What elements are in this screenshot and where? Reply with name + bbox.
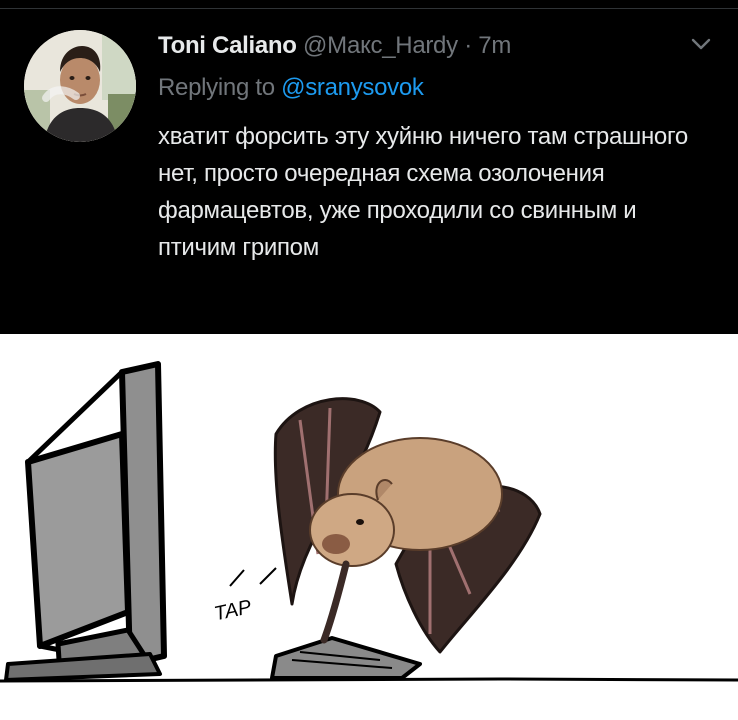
motion-lines xyxy=(229,567,277,587)
bat-at-computer-comic: TAP xyxy=(0,361,738,683)
sound-effect-text: TAP xyxy=(212,596,254,625)
reply-prefix: Replying to xyxy=(158,74,275,101)
tweet-timestamp[interactable]: 7m xyxy=(478,32,511,59)
chevron-down-icon[interactable] xyxy=(690,36,712,52)
top-divider xyxy=(0,8,738,9)
user-avatar[interactable] xyxy=(24,30,136,142)
bat-illustration xyxy=(273,397,542,654)
tweet-header: Toni Caliano @Макс_Hardy · 7m xyxy=(158,31,511,61)
reply-context: Replying to @sranysovok xyxy=(158,73,424,103)
display-name[interactable]: Toni Caliano xyxy=(158,32,297,59)
separator-dot: · xyxy=(464,32,472,59)
attached-image[interactable]: TAP xyxy=(0,334,738,720)
monitor-illustration xyxy=(4,361,167,682)
tweet-text: хватит форсить эту хуйню ничего там стра… xyxy=(158,123,688,261)
user-handle[interactable]: @Макс_Hardy xyxy=(303,32,458,59)
reply-handle-link[interactable]: @sranysovok xyxy=(281,74,424,101)
screenshot-root: Toni Caliano @Макс_Hardy · 7m Replying t… xyxy=(0,0,738,720)
tweet-card[interactable]: Toni Caliano @Макс_Hardy · 7m Replying t… xyxy=(0,0,738,334)
keyboard-illustration xyxy=(270,636,422,680)
user-avatar-photo xyxy=(24,30,136,142)
